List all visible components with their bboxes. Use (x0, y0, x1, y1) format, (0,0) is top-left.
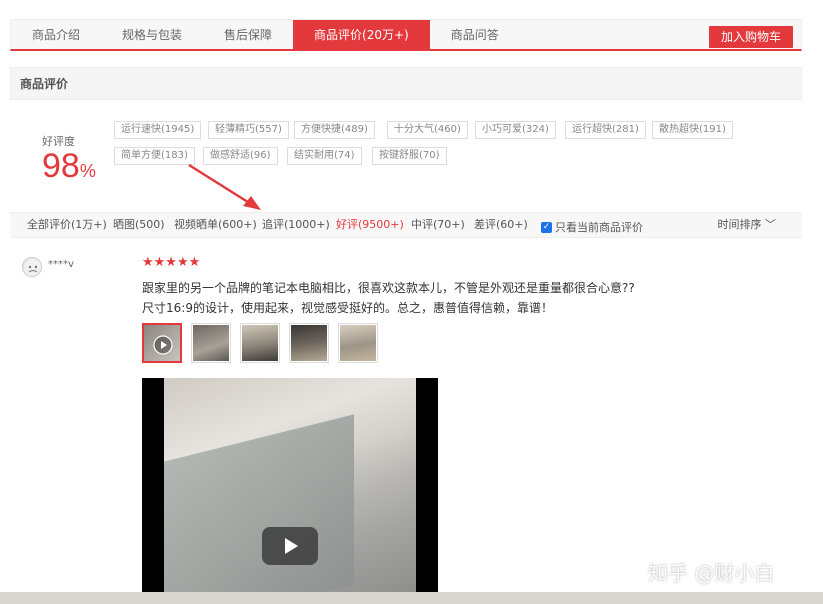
review-video-player[interactable] (142, 378, 438, 592)
review-tag[interactable]: 散热超快(191) (652, 121, 733, 139)
only-current-label: 只看当前商品评价 (555, 221, 643, 234)
chevron-down-icon: ﹀ (761, 218, 776, 231)
rating-number: 98 (42, 147, 80, 185)
product-tabs: 商品介绍 规格与包装 售后保障 商品评价(20万+) 商品问答 加入购物车 (10, 19, 802, 51)
laptop-image (164, 414, 354, 592)
review-username: ****v (48, 259, 74, 270)
filter-all[interactable]: 全部评价(1万+) (27, 213, 107, 237)
tab-specs[interactable]: 规格与包装 (101, 20, 203, 50)
review-tag[interactable]: 结实耐用(74) (287, 147, 362, 165)
image-thumbnail[interactable] (191, 323, 231, 363)
sort-dropdown[interactable]: 时间排序 ﹀ (718, 213, 777, 237)
tab-after-sales[interactable]: 售后保障 (203, 20, 293, 50)
tab-product-intro[interactable]: 商品介绍 (11, 20, 101, 50)
video-thumbnail[interactable] (142, 323, 182, 363)
review-tag[interactable]: 简单方便(183) (114, 147, 195, 165)
filter-photos[interactable]: 晒图(500) (113, 213, 165, 237)
review-tag[interactable]: 方便快捷(489) (294, 121, 375, 139)
annotation-arrow-icon (188, 163, 261, 210)
review-tag[interactable]: 小巧可爱(324) (475, 121, 556, 139)
image-thumbnail[interactable] (338, 323, 378, 363)
review-tag[interactable]: 运行速快(1945) (114, 121, 202, 139)
add-to-cart-button[interactable]: 加入购物车 (708, 26, 793, 48)
play-icon (153, 335, 173, 355)
check-icon: ✓ (541, 221, 552, 233)
image-thumbnail[interactable] (289, 323, 329, 363)
section-title: 商品评价 (10, 67, 802, 100)
video-play-button[interactable] (262, 527, 318, 565)
review-filter-bar: 全部评价(1万+) 晒图(500) 视频晒单(600+) 追评(1000+) 好… (10, 212, 802, 238)
filter-positive[interactable]: 好评(9500+) (336, 213, 404, 237)
review-tag[interactable]: 十分大气(460) (387, 121, 468, 139)
rating-unit: % (79, 161, 96, 181)
review-tag[interactable]: 轻薄精巧(557) (208, 121, 289, 139)
user-avatar-icon (24, 259, 41, 276)
sort-label: 时间排序 (717, 218, 762, 231)
review-tag[interactable]: 按键舒服(70) (372, 147, 447, 165)
bottom-edge (0, 592, 823, 604)
filter-follow-up[interactable]: 追评(1000+) (262, 213, 330, 237)
avatar[interactable] (22, 257, 42, 277)
filter-video[interactable]: 视频晒单(600+) (174, 213, 257, 237)
review-tag[interactable]: 运行超快(281) (565, 121, 646, 139)
filter-neutral[interactable]: 中评(70+) (411, 213, 465, 237)
watermark: 知乎 @财小白 (648, 561, 775, 585)
review-media-thumbnails (142, 323, 378, 363)
review-text-line-2: 尺寸16:9的设计，使用起来，视觉感受挺好的。总之，惠普值得信赖，靠谱！ (142, 301, 553, 315)
image-thumbnail[interactable] (240, 323, 280, 363)
review-text-line-1: 跟家里的另一个品牌的笔记本电脑相比，很喜欢这款本儿，不管是外观还是重量都很合心意… (142, 281, 635, 295)
filter-negative[interactable]: 差评(60+) (474, 213, 528, 237)
tab-qa[interactable]: 商品问答 (430, 20, 520, 50)
rating-value: 98% (42, 146, 96, 191)
only-current-product-toggle[interactable]: ✓ 只看当前商品评价 (541, 219, 643, 235)
review-star-rating: ★★★★★ (142, 255, 201, 270)
tab-reviews[interactable]: 商品评价(20万+) (293, 20, 430, 50)
